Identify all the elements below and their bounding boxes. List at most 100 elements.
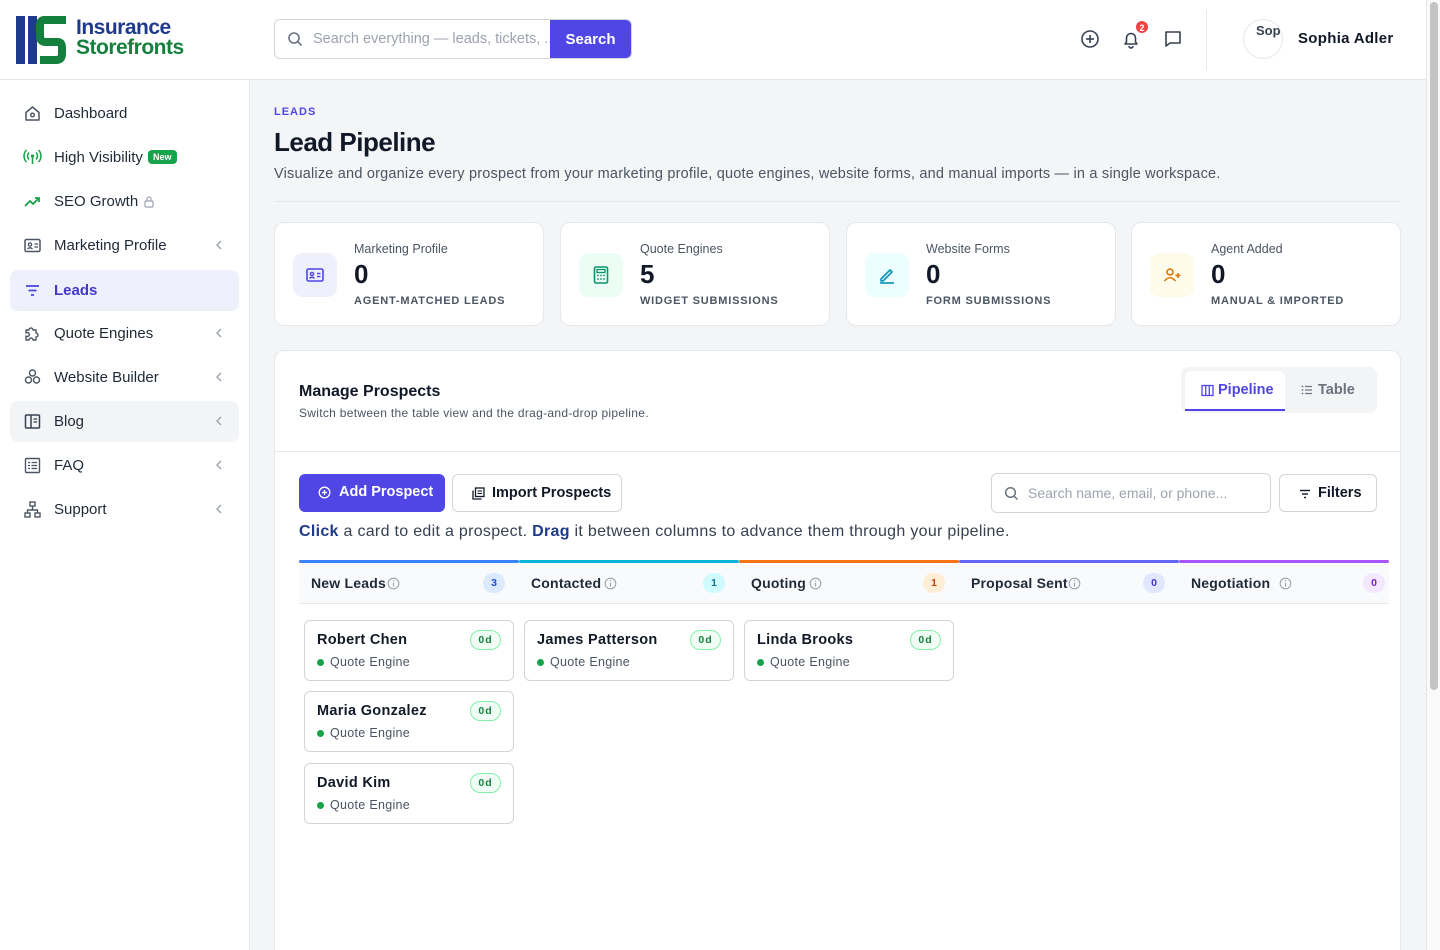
prospect-card[interactable]: Maria Gonzalez 0d Quote Engine [304, 691, 514, 752]
brand-name: Insurance Storefronts [76, 16, 184, 59]
chat-icon[interactable] [1162, 28, 1184, 50]
book-icon [24, 414, 41, 429]
stat-icon-tile [579, 253, 623, 297]
column-color-bar [959, 560, 1179, 563]
column-title: New Leads [311, 575, 386, 591]
import-icon [472, 487, 485, 500]
prospect-search-input[interactable] [1028, 474, 1266, 512]
stat-value: 0 [1211, 259, 1226, 289]
tab-table[interactable]: Table [1299, 371, 1373, 411]
stat-icon-tile [293, 253, 337, 297]
prospect-search [991, 473, 1271, 513]
brand-line-1: Insurance [76, 16, 171, 39]
prospect-name: David Kim [317, 775, 391, 791]
stat-caption: FORM SUBMISSIONS [926, 295, 1052, 307]
new-badge: New [148, 150, 177, 164]
sidebar-item-quote-engines[interactable]: Quote Engines [10, 313, 239, 354]
sidebar-item-faq[interactable]: FAQ [10, 445, 239, 486]
sidebar-item-blog[interactable]: Blog [10, 401, 239, 442]
import-prospects-button[interactable]: Import Prospects [452, 474, 622, 512]
sidebar: Dashboard High Visibility New SEO Growth… [0, 80, 250, 950]
hint-click: Click [299, 523, 339, 540]
prospect-card[interactable]: Linda Brooks 0d Quote Engine [744, 620, 954, 681]
brand-logo[interactable]: Insurance Storefronts [14, 14, 184, 66]
age-badge: 0d [470, 701, 501, 721]
list-icon [24, 457, 41, 474]
chevron-left-icon [216, 460, 222, 470]
sidebar-item-label: High Visibility [54, 149, 143, 166]
search-button[interactable]: Search [550, 20, 631, 58]
column-color-bar [1179, 560, 1389, 563]
column-count-badge: 3 [483, 573, 505, 593]
filters-button[interactable]: Filters [1279, 474, 1377, 512]
brand-line-2: Storefronts [76, 36, 184, 59]
pipeline-hint: Click a card to edit a prospect. Drag it… [299, 523, 1010, 541]
prospect-name: Maria Gonzalez [317, 703, 427, 719]
plus-circle-icon [318, 486, 331, 499]
hint-text-2: it between columns to advance them throu… [569, 523, 1010, 540]
sidebar-item-website-builder[interactable]: Website Builder [10, 357, 239, 398]
page-title: Lead Pipeline [274, 127, 436, 157]
source-dot [537, 659, 544, 666]
panel-title: Manage Prospects [299, 383, 441, 400]
page-scrollbar[interactable] [1426, 0, 1440, 950]
prospect-source: Quote Engine [770, 655, 851, 669]
stat-label: Website Forms [926, 242, 1010, 256]
source-dot [317, 802, 324, 809]
stat-value: 5 [640, 259, 655, 289]
info-icon[interactable] [1068, 577, 1081, 590]
info-icon[interactable] [387, 577, 400, 590]
sidebar-item-high-visibility[interactable]: High Visibility New [10, 137, 239, 178]
scrollbar-thumb[interactable] [1430, 2, 1438, 690]
search-icon [288, 32, 303, 47]
info-icon[interactable] [604, 577, 617, 590]
info-icon[interactable] [809, 577, 822, 590]
tab-pipeline[interactable]: Pipeline [1185, 371, 1285, 411]
chevron-left-icon [216, 328, 222, 338]
sidebar-item-support[interactable]: Support [10, 489, 239, 530]
sidebar-item-label: Support [54, 501, 107, 518]
sidebar-item-leads[interactable]: Leads [10, 270, 239, 311]
columns-icon [1201, 384, 1214, 397]
age-badge: 0d [690, 630, 721, 650]
column-title: Contacted [531, 575, 602, 591]
global-search-input[interactable] [313, 20, 551, 58]
sitemap-icon [24, 501, 41, 518]
column-color-bar [299, 560, 519, 563]
stat-value: 0 [354, 259, 369, 289]
prospect-card[interactable]: James Patterson 0d Quote Engine [524, 620, 734, 681]
add-prospect-button[interactable]: Add Prospect [299, 474, 445, 512]
prospect-name: Robert Chen [317, 632, 408, 648]
age-badge: 0d [470, 630, 501, 650]
prospect-card[interactable]: David Kim 0d Quote Engine [304, 763, 514, 824]
sidebar-item-label: Leads [54, 282, 98, 299]
global-search: Search [274, 19, 632, 59]
sidebar-item-seo-growth[interactable]: SEO Growth [10, 181, 239, 222]
column-count-badge: 0 [1143, 573, 1165, 593]
puzzle-icon [25, 327, 39, 341]
calculator-icon [593, 266, 609, 284]
sidebar-item-marketing-profile[interactable]: Marketing Profile [10, 225, 239, 266]
column-header-proposal-sent: Proposal Sent 0 [959, 560, 1179, 604]
tab-pipeline-label: Pipeline [1218, 382, 1274, 398]
add-circle-icon[interactable] [1079, 28, 1101, 50]
avatar[interactable]: Sophia [1243, 19, 1283, 59]
stat-card-marketing-profile: Marketing Profile 0 AGENT-MATCHED LEADS [274, 222, 544, 326]
broadcast-icon [23, 149, 42, 164]
stat-label: Marketing Profile [354, 242, 448, 256]
prospect-card[interactable]: Robert Chen 0d Quote Engine [304, 620, 514, 681]
prospect-name: James Patterson [537, 632, 658, 648]
page-description: Visualize and organize every prospect fr… [274, 166, 1221, 182]
hint-drag: Drag [532, 523, 570, 540]
prospect-source: Quote Engine [330, 798, 411, 812]
sidebar-item-dashboard[interactable]: Dashboard [10, 93, 239, 134]
info-icon[interactable] [1279, 577, 1292, 590]
trending-up-icon [24, 197, 40, 207]
stat-value: 0 [926, 259, 941, 289]
stat-card-website-forms: Website Forms 0 FORM SUBMISSIONS [846, 222, 1116, 326]
column-title: Negotiation [1191, 575, 1271, 591]
user-name[interactable]: Sophia Adler [1298, 30, 1394, 47]
prospect-source: Quote Engine [550, 655, 631, 669]
source-dot [317, 730, 324, 737]
logo-mark-icon [16, 16, 66, 64]
